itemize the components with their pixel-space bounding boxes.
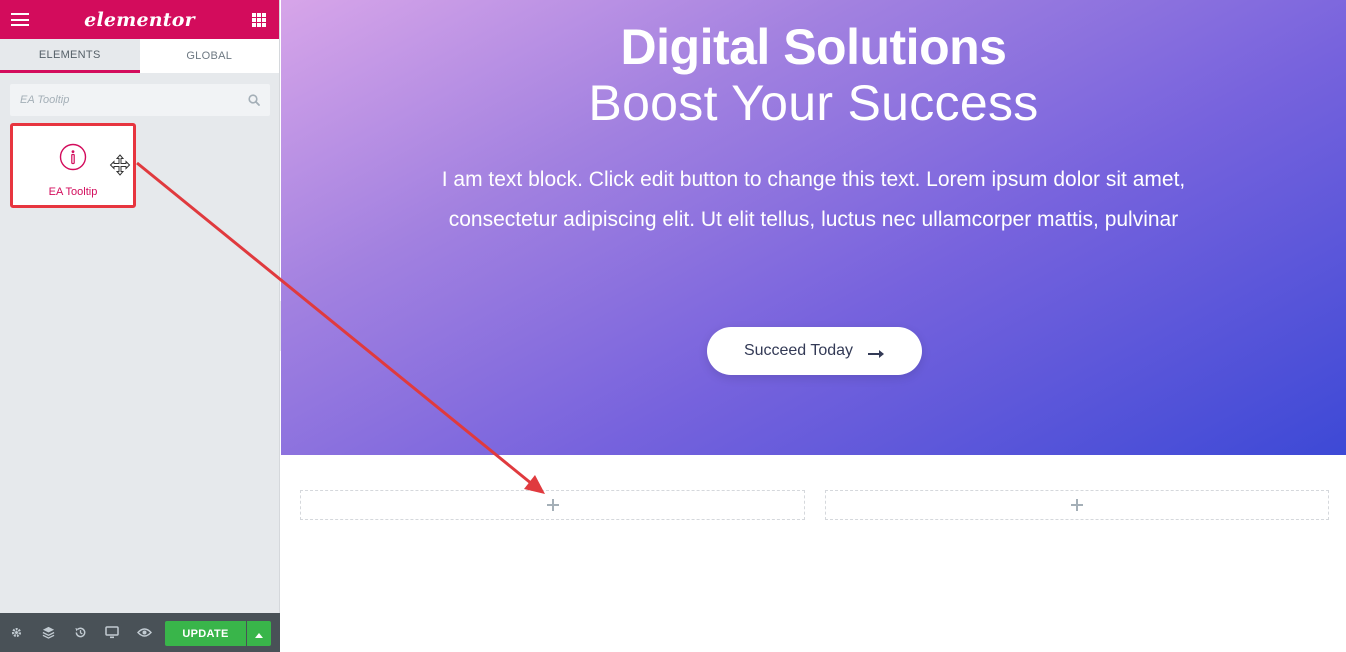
tab-global[interactable]: GLOBAL xyxy=(139,39,279,73)
hero-title: Digital Solutions xyxy=(620,19,1007,75)
cta-label: Succeed Today xyxy=(743,342,854,359)
succeed-today-button[interactable]: Succeed Today xyxy=(707,327,922,375)
widget-label: EA Tooltip xyxy=(48,186,98,198)
preview-icon[interactable] xyxy=(128,613,160,652)
hero-subtitle: Boost Your Success xyxy=(588,75,1039,131)
panel-header: elementor xyxy=(0,0,279,39)
column-drop-zone-left[interactable] xyxy=(300,490,805,520)
update-options-button[interactable] xyxy=(247,621,271,646)
column-drop-zone-right[interactable] xyxy=(825,490,1329,520)
responsive-icon[interactable] xyxy=(96,613,128,652)
history-icon[interactable] xyxy=(64,613,96,652)
hero-text-block: I am text block. Click edit button to ch… xyxy=(441,168,1186,231)
widget-search-input[interactable] xyxy=(10,84,270,116)
elementor-logo: elementor xyxy=(84,8,195,31)
plus-icon xyxy=(546,498,560,512)
move-cursor-icon xyxy=(109,154,131,176)
search-icon xyxy=(248,94,260,106)
widget-ea-tooltip[interactable]: EA Tooltip xyxy=(10,123,136,208)
editor-panel: elementor ELEMENTS GLOBAL EA Tooltip EA … xyxy=(0,0,280,652)
settings-icon[interactable] xyxy=(0,613,32,652)
page-canvas: Digital Solutions Boost Your Success I a… xyxy=(281,0,1346,652)
panel-tabs: ELEMENTS GLOBAL xyxy=(0,39,279,73)
hero-section[interactable]: Digital Solutions Boost Your Success I a… xyxy=(281,0,1346,455)
update-button[interactable]: UPDATE xyxy=(165,621,246,646)
caret-up-icon xyxy=(255,625,263,643)
panel-footer: UPDATE xyxy=(0,613,280,652)
widgets-grid-icon[interactable] xyxy=(252,13,266,27)
layers-icon[interactable] xyxy=(32,613,64,652)
hamburger-menu-icon[interactable] xyxy=(11,13,29,26)
info-circle-icon xyxy=(59,143,87,171)
plus-icon xyxy=(1070,498,1084,512)
arrow-right-icon xyxy=(867,346,885,358)
widget-search xyxy=(10,84,270,116)
tab-elements[interactable]: ELEMENTS xyxy=(0,39,140,73)
